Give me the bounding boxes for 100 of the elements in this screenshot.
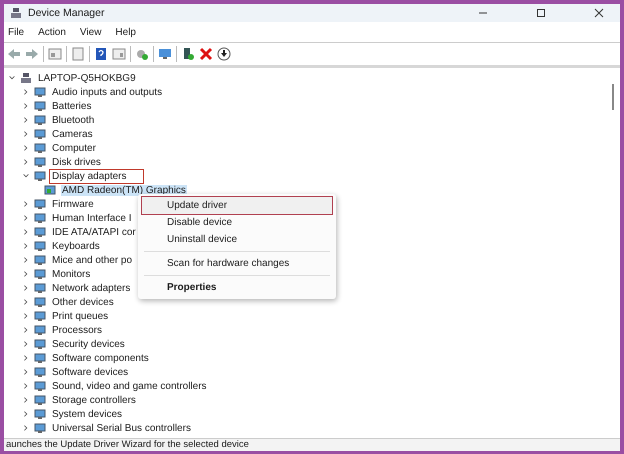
expand-icon[interactable]	[22, 242, 30, 250]
tree-item[interactable]: Audio inputs and outputs	[51, 86, 164, 98]
expand-icon[interactable]	[22, 158, 30, 166]
expand-icon[interactable]	[22, 424, 30, 432]
menu-item[interactable]: Disable device	[142, 214, 332, 231]
device-icon	[34, 282, 46, 294]
device-icon	[34, 324, 46, 336]
close-icon[interactable]	[594, 8, 604, 18]
device-icon	[34, 170, 46, 182]
device-icon	[34, 212, 46, 224]
tree-item[interactable]: Cameras	[51, 128, 94, 140]
computer-icon	[20, 72, 32, 84]
app-icon	[10, 7, 22, 19]
tree-item[interactable]: Keyboards	[51, 240, 101, 252]
expand-icon[interactable]	[22, 354, 30, 362]
tree-item[interactable]: Display adapters	[51, 170, 142, 182]
page-icon[interactable]	[71, 47, 85, 61]
expand-icon[interactable]	[22, 270, 30, 278]
status-text: aunches the Update Driver Wizard for the selected device	[6, 439, 249, 450]
device-icon	[34, 254, 46, 266]
expand-icon[interactable]	[22, 382, 30, 390]
window-title: Device Manager	[28, 7, 104, 19]
expand-icon[interactable]	[22, 214, 30, 222]
menu-item[interactable]: View	[80, 26, 102, 38]
device-icon	[34, 240, 46, 252]
device-icon	[34, 408, 46, 420]
tree-item[interactable]: Print queues	[51, 310, 110, 322]
tree-item[interactable]: Other devices	[51, 296, 115, 308]
expand-icon[interactable]	[22, 256, 30, 264]
expand-icon[interactable]	[22, 396, 30, 404]
tree-item[interactable]: AMD Radeon(TM) Graphics	[61, 184, 187, 196]
device-icon	[34, 380, 46, 392]
expand-icon[interactable]	[22, 340, 30, 348]
collapse-icon[interactable]	[8, 74, 16, 82]
tree-item[interactable]: Universal Serial Bus controllers	[51, 422, 192, 434]
menu-item[interactable]: Uninstall device	[142, 231, 332, 248]
tree-item[interactable]: Sound, video and game controllers	[51, 380, 208, 392]
window-icon[interactable]	[112, 47, 126, 61]
expand-icon[interactable]	[22, 130, 30, 138]
device-icon	[34, 338, 46, 350]
menu-item[interactable]: Help	[115, 26, 136, 38]
tree-item[interactable]: Security devices	[51, 338, 126, 350]
tree-item[interactable]: Disk drives	[51, 156, 102, 168]
expand-icon[interactable]	[22, 228, 30, 236]
tree-item[interactable]: Bluetooth	[51, 114, 96, 126]
maximize-icon[interactable]	[536, 8, 546, 18]
device-icon	[34, 296, 46, 308]
expand-icon[interactable]	[22, 116, 30, 124]
tree-item[interactable]: Network adapters	[51, 282, 132, 294]
device-icon	[34, 268, 46, 280]
display-adapter-icon	[44, 184, 56, 196]
device-icon	[34, 422, 46, 434]
menu-item[interactable]: Action	[38, 26, 66, 38]
scrollbar[interactable]	[612, 84, 614, 110]
device-icon	[34, 366, 46, 378]
device-icon	[34, 310, 46, 322]
device-icon	[34, 128, 46, 140]
device-icon	[34, 100, 46, 112]
expand-icon[interactable]	[22, 368, 30, 376]
device-icon	[34, 226, 46, 238]
tree-item[interactable]: Human Interface I	[51, 212, 132, 224]
uninstall-icon[interactable]	[199, 47, 213, 61]
tree-item[interactable]: System devices	[51, 408, 124, 420]
tree-item[interactable]: Storage controllers	[51, 394, 137, 406]
device-icon	[34, 114, 46, 126]
tree-item[interactable]: Firmware	[51, 198, 95, 210]
device-icon	[34, 198, 46, 210]
tree-item[interactable]: Software components	[51, 352, 150, 364]
monitor-icon[interactable]	[158, 47, 172, 61]
expand-icon[interactable]	[22, 200, 30, 208]
device-icon	[34, 142, 46, 154]
tree-item[interactable]: Monitors	[51, 268, 92, 280]
download-icon[interactable]	[217, 47, 231, 61]
collapse-icon[interactable]	[22, 172, 30, 180]
tree-item[interactable]: Processors	[51, 324, 104, 336]
device-icon	[34, 156, 46, 168]
expand-icon[interactable]	[22, 88, 30, 96]
help-icon[interactable]	[94, 47, 108, 61]
expand-icon[interactable]	[22, 298, 30, 306]
expand-icon[interactable]	[22, 144, 30, 152]
device-icon	[34, 86, 46, 98]
expand-icon[interactable]	[22, 312, 30, 320]
tree-item[interactable]: Computer	[51, 142, 97, 154]
menu-item[interactable]: Properties	[142, 279, 332, 296]
window-icon[interactable]	[48, 47, 62, 61]
expand-icon[interactable]	[22, 102, 30, 110]
menu-item[interactable]: File	[8, 26, 24, 38]
tree-item[interactable]: IDE ATA/ATAPI cor	[51, 226, 137, 238]
tree-item[interactable]: Mice and other po	[51, 254, 134, 266]
tree-item[interactable]: LAPTOP-Q5HOKBG9	[37, 72, 137, 84]
menu-item[interactable]: Update driver	[142, 197, 332, 214]
expand-icon[interactable]	[22, 326, 30, 334]
tree-item[interactable]: Software devices	[51, 366, 130, 378]
menu-item[interactable]: Scan for hardware changes	[142, 255, 332, 272]
expand-icon[interactable]	[22, 410, 30, 418]
tree-item[interactable]: Batteries	[51, 100, 92, 112]
device-icon	[34, 394, 46, 406]
expand-icon[interactable]	[22, 284, 30, 292]
device-icon	[34, 352, 46, 364]
device-add-icon[interactable]	[181, 47, 195, 61]
